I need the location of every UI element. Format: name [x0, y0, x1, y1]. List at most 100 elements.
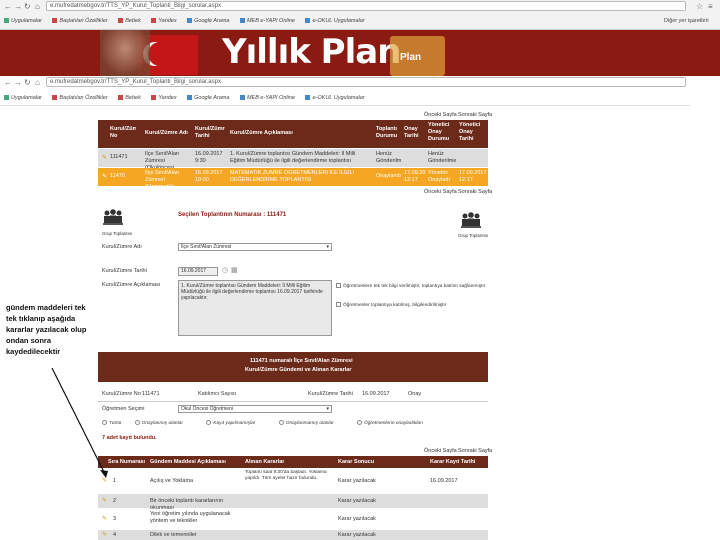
teacher-select-label: Öğretmen Seçimi — [102, 406, 145, 412]
meeting-name: İlçe Sınıf/Alan Zümresi (Matematik) — [145, 170, 179, 190]
filter-label: Katılımcı Sayısı — [198, 391, 237, 397]
home-icon[interactable]: ⌂ — [35, 78, 40, 87]
edit-icon[interactable]: ✎ — [102, 477, 107, 484]
forward-icon[interactable]: → — [14, 2, 22, 11]
edit-icon[interactable]: ✎ — [102, 531, 107, 538]
browser-chrome-front: ← → ↻ ⌂ e.mufredatmebgov.tr/TTS_YP_Kurul… — [0, 76, 690, 106]
prev-page-link[interactable]: Önceki Sayfa — [424, 189, 457, 195]
check-row[interactable]: Öğretmenler toplantıya katılmış, bilgile… — [336, 302, 486, 308]
meeting-type-select[interactable]: İlçe Sınıf/Alan Zümresi — [178, 243, 332, 251]
radio-option[interactable]: Onaylanmış olanlar — [134, 420, 183, 426]
admin-status: Yönetici Onayladı — [428, 170, 451, 183]
type-label: Kurul/Zümre Adı — [102, 244, 142, 250]
bookmark-item[interactable]: e-OKUL Uygulamalar — [305, 95, 365, 101]
edit-icon[interactable]: ✎ — [102, 497, 107, 504]
decision-text: Toplantı saat 9:30'da başladı. Yoklama y… — [245, 470, 327, 481]
meeting-date: 16.09.2017 9:30 — [195, 151, 223, 164]
icon-caption: Grup Toplantısı — [102, 231, 133, 236]
reload-icon[interactable]: ↻ — [24, 2, 31, 11]
teacher-select[interactable]: Okul Öncesi Öğretmeni — [178, 405, 332, 413]
back-icon[interactable]: ← — [4, 78, 12, 87]
checkbox[interactable] — [336, 302, 341, 307]
meeting-date: 16.09.2017 10:00 — [195, 170, 223, 183]
agenda-header-line1: 111471 numaralı İlçe Sınıf/Alan Zümresi — [250, 358, 353, 364]
meeting-no[interactable]: 11470 — [110, 173, 140, 180]
bookmark-item[interactable]: Başlatılan Özellikler — [52, 18, 108, 24]
annotation-note: gündem maddeleri tek tek tıklanıp aşağıd… — [6, 303, 87, 356]
col-header: Karar Kayıt Tarihi — [430, 459, 476, 465]
radio-group: Tümü Onaylanmış olanlar Kayıt yapılmamış… — [102, 420, 492, 426]
bookmark-apps[interactable]: Uygulamalar — [4, 95, 42, 101]
checkbox[interactable] — [336, 283, 341, 288]
reload-icon[interactable]: ↻ — [24, 78, 31, 87]
filter-value: 111471 — [142, 391, 160, 397]
radio-option[interactable]: Öğretmenlerin onayladıkları — [357, 420, 423, 426]
next-page-link[interactable]: Sonraki Sayfa — [458, 112, 492, 118]
bookmark-item[interactable]: Bebek — [118, 18, 141, 24]
checkbox-label: Öğretmenlere tek tek bilgi verilmiştir, … — [343, 284, 486, 289]
meeting-status: Henüz Gönderilmedi — [376, 151, 401, 164]
bookmark-item[interactable]: MEB e-YAPI Online — [239, 95, 295, 101]
icon-caption: Grup Toplantısı — [458, 233, 489, 238]
meeting-date-input[interactable]: 16.09.2017 — [178, 267, 218, 276]
group-meeting-icon — [103, 209, 123, 225]
next-page-link[interactable]: Sonraki Sayfa — [458, 448, 492, 454]
admin-date: 17.09.2017 12:17 — [459, 170, 487, 183]
meeting-status: Onaylandı — [376, 173, 402, 179]
bookmark-item[interactable]: e-OKUL Uygulamalar — [305, 18, 365, 24]
clock-icon[interactable]: ◷ — [222, 266, 228, 274]
bookmark-item[interactable]: Yandex — [151, 95, 177, 101]
menu-icon[interactable]: ≡ — [708, 2, 713, 11]
filter-label: Onay — [408, 391, 422, 397]
check-row[interactable]: Öğretmenlere tek tek bilgi verilmiştir, … — [336, 283, 486, 289]
forward-icon[interactable]: → — [14, 78, 22, 87]
agenda-no: 1 — [113, 478, 117, 484]
banner-title: Yıllık Plan — [222, 32, 401, 72]
calendar-icon[interactable]: ▦ — [231, 266, 238, 274]
col-header: Kurul/Zümre No — [110, 126, 136, 139]
col-header: Kurul/Zümre Tarihi — [195, 126, 225, 139]
bookmark-apps[interactable]: Uygulamalar — [4, 18, 42, 24]
bookmark-item[interactable]: Yandex — [151, 18, 177, 24]
next-page-link[interactable]: Sonraki Sayfa — [458, 189, 492, 195]
agenda-no: 2 — [113, 498, 117, 504]
decision-result: Karar yazılacak — [338, 498, 376, 504]
meeting-no[interactable]: 111471 — [110, 154, 140, 161]
back-icon[interactable]: ← — [4, 2, 12, 11]
other-bookmarks[interactable]: Diğer yer işaretleri — [664, 16, 709, 26]
edit-icon[interactable]: ✎ — [102, 173, 107, 180]
col-header: Yönetici Onay Tarihi — [459, 122, 481, 142]
radio-option[interactable]: Kayıt yapılmamışlar — [206, 420, 255, 426]
bookmarks-bar: Uygulamalar Başlatılan Özellikler Bebek … — [4, 93, 684, 103]
folder-label: Plan — [400, 52, 422, 63]
bookmark-item[interactable]: MEB e-YAPI Online — [239, 18, 295, 24]
bookmark-item[interactable]: Bebek — [118, 95, 141, 101]
col-header: Yönetici Onay Durumu — [428, 122, 450, 142]
address-bar[interactable]: e.mufredatmebgov.tr/TTS_YP_Kurul_Toplant… — [46, 77, 686, 87]
edit-icon[interactable]: ✎ — [102, 154, 107, 161]
bookmark-item[interactable]: Google Arama — [187, 95, 229, 101]
prev-page-link[interactable]: Önceki Sayfa — [424, 448, 457, 454]
agenda-no: 3 — [113, 516, 117, 522]
decision-result: Karar yazılacak — [338, 532, 376, 538]
edit-icon[interactable]: ✎ — [102, 515, 107, 522]
star-icon[interactable]: ☆ — [696, 2, 703, 11]
date-label: Kurul/Zümre Tarihi — [102, 268, 147, 274]
col-header: Kurul/Zümre Adı — [145, 130, 188, 136]
radio-option[interactable]: Tümü — [102, 420, 121, 426]
site-banner: Yıllık Plan Plan — [0, 30, 720, 76]
bookmark-item[interactable]: Google Arama — [187, 18, 229, 24]
meeting-desc: 1. Kurul/Zümre toplantısı Gündem Maddele… — [230, 151, 356, 164]
meeting-desc: MATEMATİK ZÜMRE ÖĞRETMENLERİ İLE İLGİLİ … — [230, 170, 355, 183]
home-icon[interactable]: ⌂ — [35, 2, 40, 11]
radio-option[interactable]: Onaylanmamış olanlar — [278, 420, 334, 426]
address-bar[interactable]: e.mufredatmebgov.tr/TTS_YP_Kurul_Toplant… — [46, 1, 686, 11]
col-header: Alınan Kararlar — [245, 459, 285, 465]
prev-page-link[interactable]: Önceki Sayfa — [424, 112, 457, 118]
col-header: Kurul/Zümre Açıklaması — [230, 130, 293, 136]
meeting-desc-textarea[interactable]: 1. Kurul/Zümre toplantısı Gündem Maddele… — [178, 280, 332, 336]
admin-status: Henüz Gönderilmedi — [428, 151, 456, 164]
agenda-item: Dilek ve temenniler — [150, 532, 197, 538]
group-meeting-icon — [461, 212, 481, 228]
bookmark-item[interactable]: Başlatılan Özellikler — [52, 95, 108, 101]
